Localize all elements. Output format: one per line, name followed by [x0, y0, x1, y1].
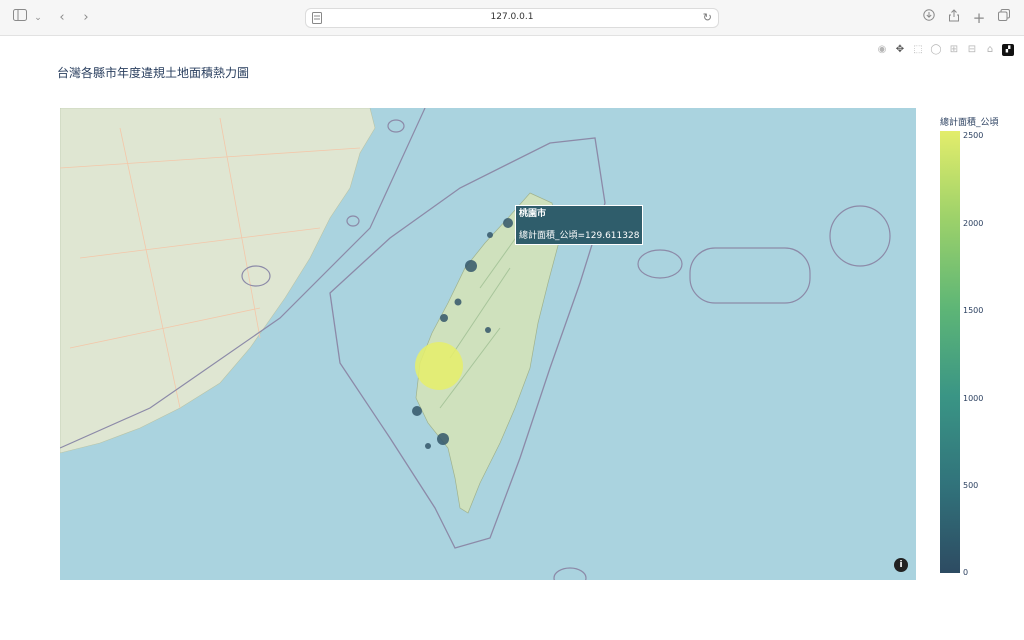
browser-toolbar: ⌄ ‹ › 127.0.0.1 ↻ + [0, 0, 1024, 36]
island-north [387, 119, 405, 133]
chart-title: 台灣各縣市年度違規土地面積熱力圖 [57, 66, 250, 80]
marker [487, 232, 493, 238]
marker-taoyuan [503, 218, 513, 228]
colorbar [940, 131, 960, 573]
map-svg [60, 108, 891, 580]
map-canvas[interactable]: 桃園市 總計面積_公頃=129.611328 i [60, 108, 916, 580]
marker [437, 433, 449, 445]
marker [485, 327, 491, 333]
island-south [553, 567, 587, 580]
mainland-landmass [60, 108, 376, 454]
url-text: 127.0.0.1 [490, 12, 534, 22]
marker [465, 260, 477, 272]
plot-modebar: ◉ ✥ ⬚ ◯ ⊞ ⊟ ⌂ ▞ [876, 43, 1014, 57]
address-bar[interactable]: 127.0.0.1 ↻ [305, 8, 719, 28]
home-icon[interactable]: ⌂ [984, 44, 996, 56]
sidebar-toggle-icon[interactable] [12, 9, 28, 27]
info-icon[interactable]: i [894, 558, 908, 572]
tab-overview-icon[interactable] [997, 9, 1011, 27]
colorbar-tick: 2500 [963, 131, 984, 140]
forward-icon[interactable]: › [80, 9, 92, 27]
chevron-down-icon[interactable]: ⌄ [33, 9, 43, 27]
island-east-far [829, 205, 891, 267]
share-icon[interactable] [947, 9, 961, 27]
back-icon[interactable]: ‹ [56, 9, 68, 27]
marker [412, 406, 422, 416]
marker-largest [415, 342, 463, 390]
box-select-icon[interactable]: ⬚ [912, 44, 924, 56]
colorbar-tick: 0 [963, 568, 969, 577]
new-tab-icon[interactable]: + [972, 9, 986, 27]
pan-icon[interactable]: ✥ [894, 44, 906, 56]
page-content: ◉ ✥ ⬚ ◯ ⊞ ⊟ ⌂ ▞ 台灣各縣市年度違規土地面積熱力圖 桃園市 總計面… [0, 37, 1024, 640]
hover-name: 桃園市 [519, 209, 547, 219]
marker [440, 314, 448, 322]
colorbar-title: 總計面積_公頃 [940, 118, 999, 128]
zoom-out-icon[interactable]: ⊟ [966, 44, 978, 56]
reload-icon[interactable]: ↻ [703, 11, 712, 24]
island-group-east [689, 247, 811, 304]
marker [454, 298, 462, 306]
camera-icon[interactable]: ◉ [876, 44, 888, 56]
zoom-in-icon[interactable]: ⊞ [948, 44, 960, 56]
marker [425, 443, 431, 449]
colorbar-tick: 1500 [963, 306, 984, 315]
hover-value: 總計面積_公頃=129.611328 [519, 231, 640, 241]
colorbar-tick: 500 [963, 481, 979, 490]
island-west-small [346, 215, 360, 227]
colorbar-tick: 2000 [963, 219, 984, 228]
hover-tooltip: 桃園市 總計面積_公頃=129.611328 [515, 205, 644, 245]
download-icon[interactable] [922, 9, 936, 27]
island-mid [637, 249, 683, 279]
lasso-icon[interactable]: ◯ [930, 44, 942, 56]
plotly-logo-icon[interactable]: ▞ [1002, 44, 1014, 56]
colorbar-tick: 1000 [963, 394, 984, 403]
